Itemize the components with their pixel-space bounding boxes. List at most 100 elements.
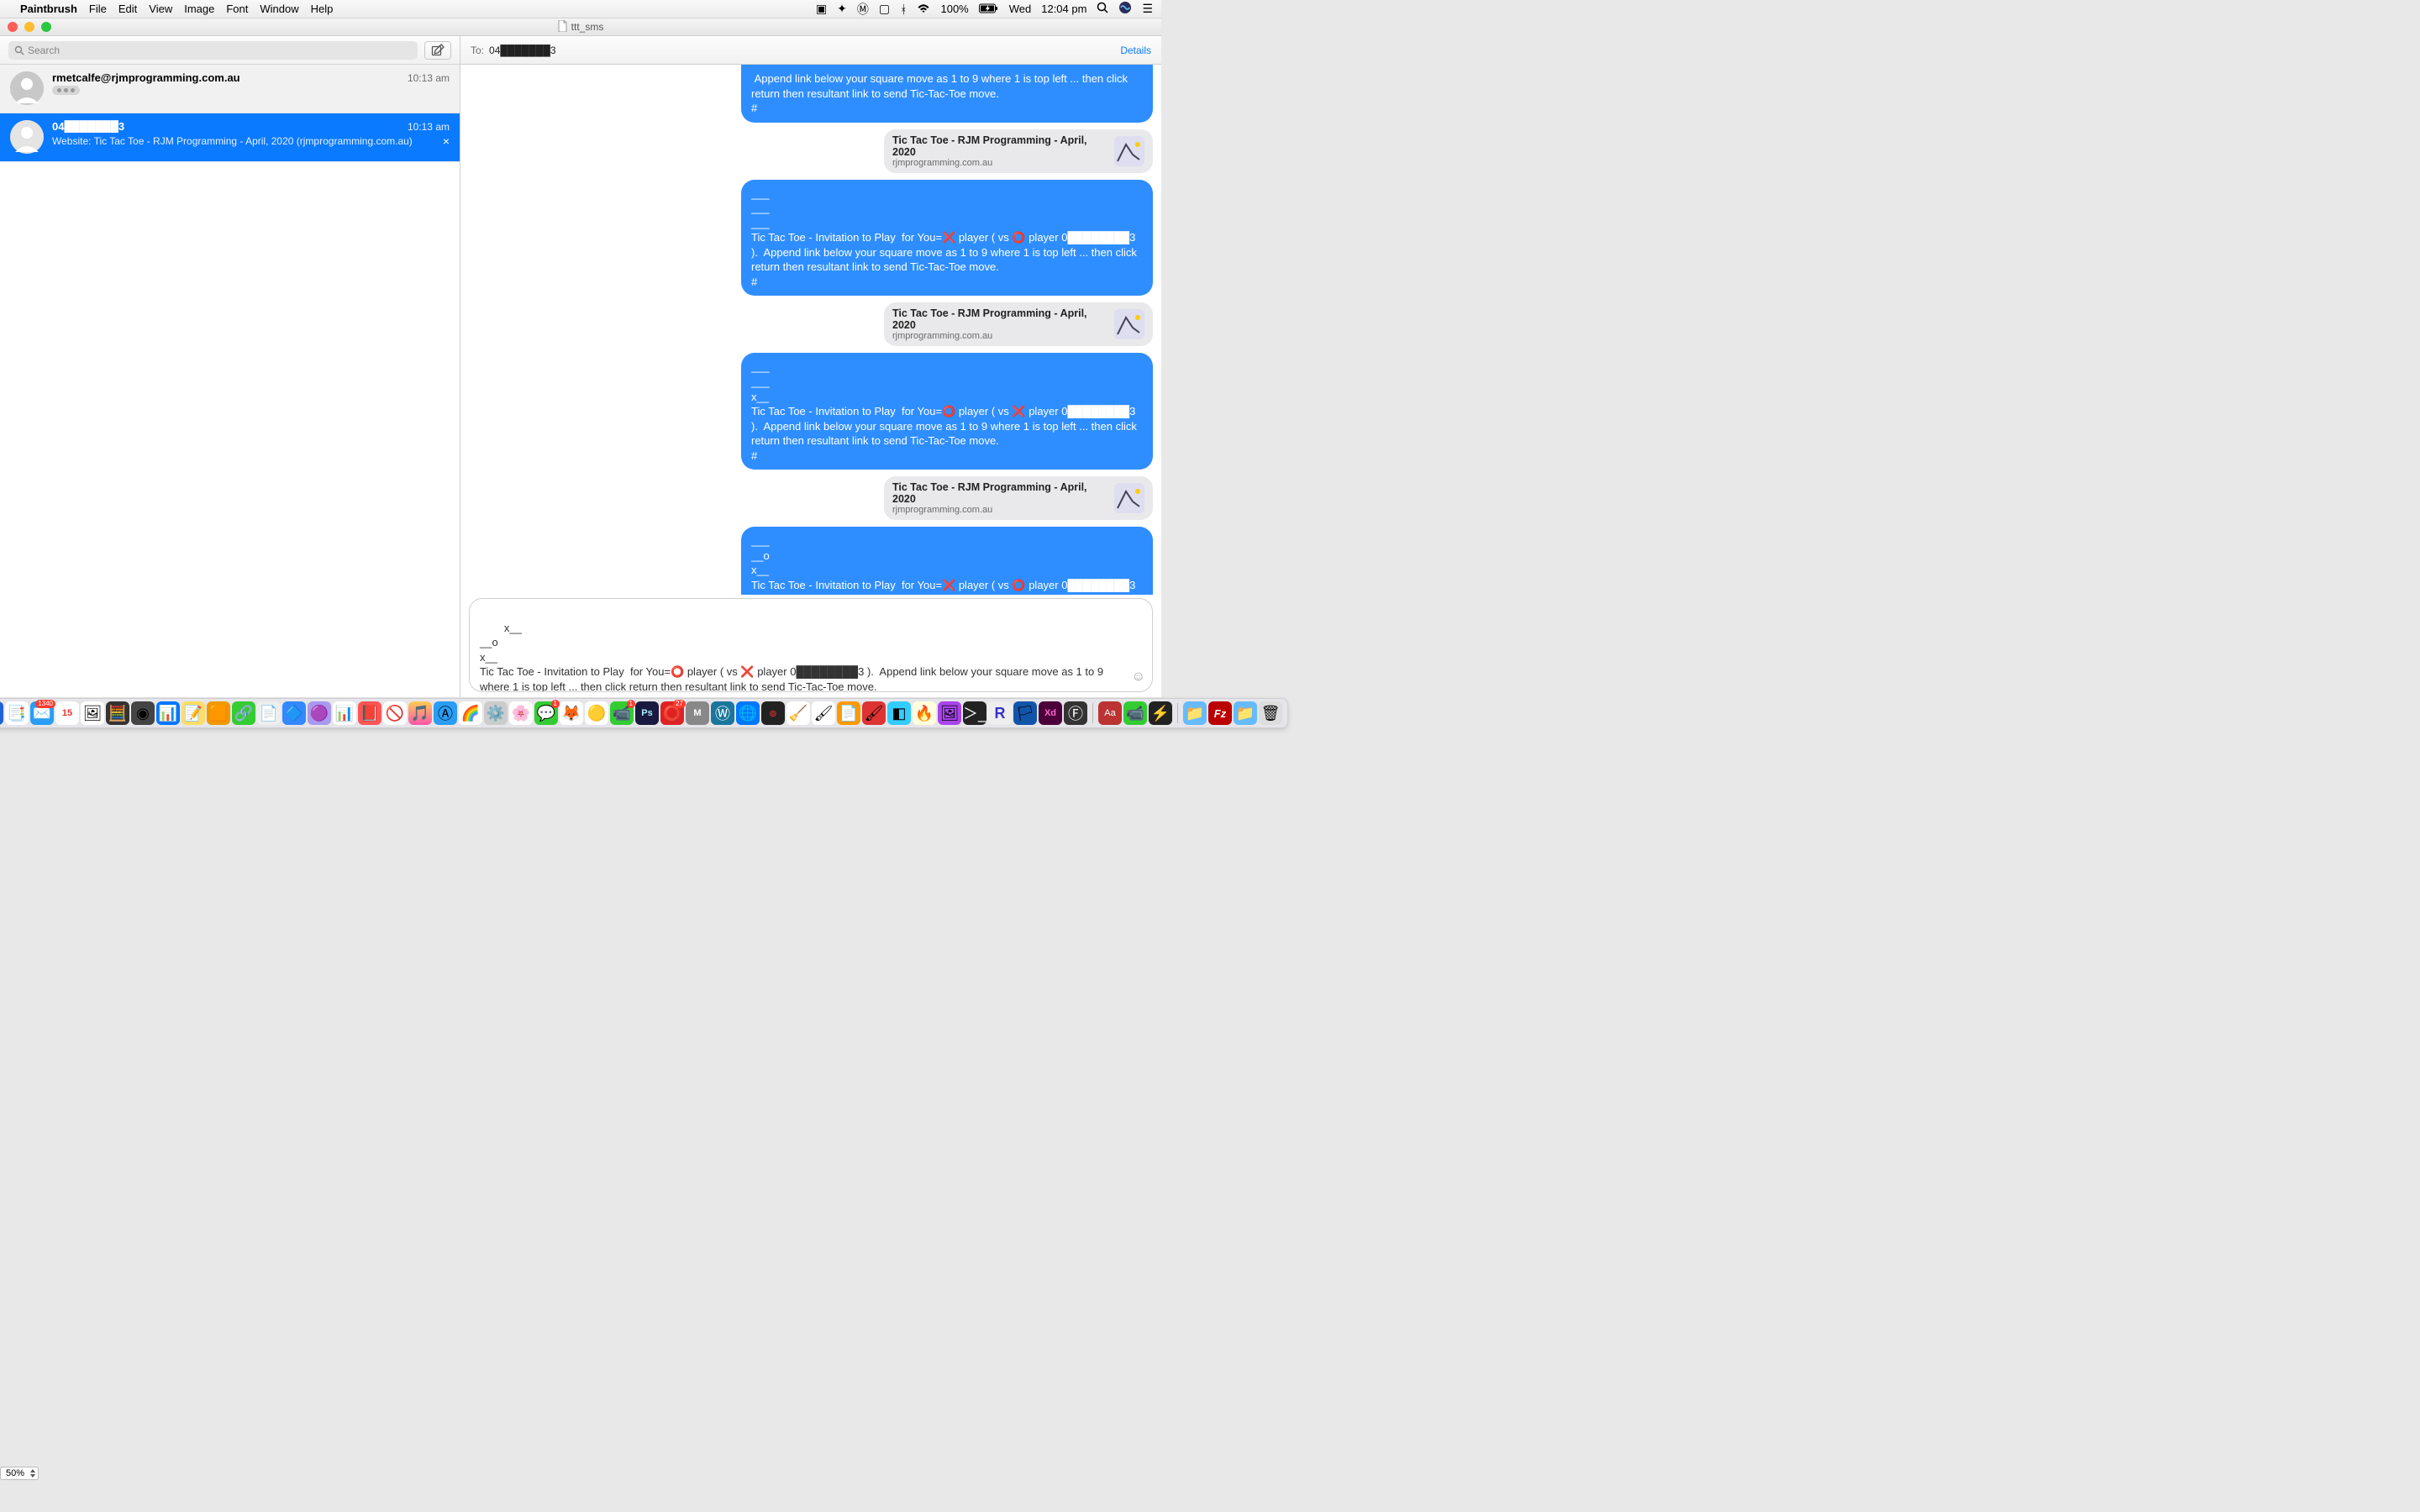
close-icon[interactable]: × — [443, 134, 450, 148]
app-name[interactable]: Paintbrush — [20, 3, 77, 15]
window-zoom-button[interactable] — [41, 22, 51, 32]
menu-edit[interactable]: Edit — [118, 3, 137, 15]
dock-xcode[interactable]: 🛠 — [0, 701, 3, 725]
hangouts-icon[interactable]: ▣ — [816, 2, 827, 16]
dock-paintbrush[interactable]: 🖌 — [812, 701, 835, 725]
compose-input[interactable]: x__ __o x__ Tic Tac Toe - Invitation to … — [469, 598, 1153, 692]
dock-xd[interactable]: Xd — [1039, 701, 1062, 725]
siri-icon[interactable] — [1118, 1, 1132, 17]
dock-graphic[interactable]: 🟧 — [207, 701, 230, 725]
dock-chrome[interactable]: 🟡 — [585, 701, 608, 725]
menu-window[interactable]: Window — [260, 3, 298, 15]
dock-firefox[interactable]: 🦊 — [560, 701, 583, 725]
menu-font[interactable]: Font — [226, 3, 248, 15]
airplay-icon[interactable]: ▢ — [879, 2, 890, 16]
message-row: Tic Tac Toe - RJM Programming - April, 2… — [469, 302, 1153, 346]
cc-icon[interactable]: Ⓜ — [857, 1, 869, 18]
spotlight-icon[interactable] — [1097, 2, 1108, 16]
dock-folder-apps[interactable]: Aa — [1098, 701, 1122, 725]
link-preview-card[interactable]: Tic Tac Toe - RJM Programming - April, 2… — [884, 476, 1153, 520]
message-outgoing[interactable]: ___ ___ ___ Tic Tac Toe - Invitation to … — [741, 180, 1153, 297]
dock-downloads[interactable]: 📁 — [1183, 701, 1207, 725]
to-value[interactable]: 04███████3 — [489, 45, 556, 56]
bluetooth-icon[interactable]: ᚼ — [900, 3, 907, 16]
dock-terminal[interactable]: ＞_ — [963, 701, 986, 725]
dock-pages[interactable]: 📄 — [837, 701, 860, 725]
dock-flame[interactable]: 🔥 — [913, 701, 936, 725]
dock-r[interactable]: R — [988, 701, 1012, 725]
dock-filezilla[interactable]: Fz — [1208, 701, 1232, 725]
compose-button[interactable] — [424, 41, 451, 60]
dock-blueapp[interactable]: 🔷 — [282, 701, 306, 725]
dock-preview[interactable]: 🖼 — [81, 701, 104, 725]
conversation-item[interactable]: rmetcalfe@rjmprogramming.com.au 10:13 am — [0, 65, 460, 113]
notification-center-icon[interactable]: ☰ — [1142, 2, 1153, 16]
message-outgoing[interactable]: Append link below your square move as 1 … — [741, 65, 1153, 123]
dock-fcircle[interactable]: Ⓕ — [1064, 701, 1087, 725]
dock-quicktime[interactable]: ◉ — [131, 701, 155, 725]
dock-calc[interactable]: 🧮 — [106, 701, 129, 725]
clock-day[interactable]: Wed — [1009, 3, 1032, 15]
window-minimize-button[interactable] — [24, 22, 34, 32]
clock-time[interactable]: 12:04 pm — [1041, 3, 1086, 15]
dock-reminders[interactable]: 📑 — [5, 701, 29, 725]
dock-music[interactable]: 🎵 — [408, 701, 432, 725]
dock-folder[interactable]: 📁 — [1234, 701, 1257, 725]
dock-calendar[interactable]: 15 — [55, 701, 79, 725]
dock-textedit[interactable]: 📄 — [257, 701, 281, 725]
wifi-icon[interactable] — [917, 3, 930, 16]
dock-photos[interactable]: 🌸 — [509, 701, 533, 725]
malware-icon[interactable]: ✦ — [837, 2, 847, 16]
dock-notes[interactable]: 📝 — [182, 701, 205, 725]
dock-facetime2[interactable]: 📹 — [1123, 701, 1147, 725]
menu-file[interactable]: File — [89, 3, 107, 15]
emoji-picker-icon[interactable]: ☺ — [1132, 668, 1145, 686]
dock: 🙂 🧭 🔍 🧭 🛠 📑 ✉️1340 15 🖼 🧮 ◉ 📊 📝 🟧 🔗 📄 🔷 … — [0, 698, 1288, 728]
dock-messages[interactable]: 💬1 — [534, 701, 558, 725]
dock-brush2[interactable]: 🖌 — [862, 701, 886, 725]
menu-view[interactable]: View — [149, 3, 172, 15]
dock-opera[interactable]: ⭕27 — [660, 701, 684, 725]
dock-wordpress[interactable]: Ⓦ — [711, 701, 734, 725]
chat-pane: To: 04███████3 Details Append link below… — [460, 36, 1161, 697]
dock-flash[interactable]: ⚡ — [1149, 701, 1172, 725]
window-close-button[interactable] — [8, 22, 18, 32]
message-outgoing[interactable]: ___ __o x__ Tic Tac Toe - Invitation to … — [741, 527, 1153, 595]
dock-share[interactable]: 🔗 — [232, 701, 255, 725]
dock-prohibit[interactable]: 🚫 — [383, 701, 407, 725]
conversation-item-selected[interactable]: 04███████3 10:13 am Website: Tic Tac Toe… — [0, 113, 460, 162]
search-input[interactable]: Search — [8, 41, 418, 60]
dock-aphoto[interactable]: 🖼 — [938, 701, 961, 725]
dock-trash[interactable]: 🗑 — [1259, 701, 1282, 725]
dock-keynote[interactable]: 📊 — [156, 701, 180, 725]
window-title-text: ttt_sms — [571, 21, 604, 33]
message-outgoing[interactable]: ___ ___ x__ Tic Tac Toe - Invitation to … — [741, 353, 1153, 470]
dock-photoshop[interactable]: Ps — [635, 701, 659, 725]
link-preview-card[interactable]: Tic Tac Toe - RJM Programming - April, 2… — [884, 129, 1153, 173]
dock-appstore[interactable]: Ⓐ — [434, 701, 457, 725]
dock-rainbow[interactable]: 🌈 — [459, 701, 482, 725]
dock-cc[interactable]: ⊚ — [761, 701, 785, 725]
link-title: Tic Tac Toe - RJM Programming - April, 2… — [892, 134, 1107, 158]
dock-chart[interactable]: 📊 — [333, 701, 356, 725]
dock-lavender[interactable]: 🟣 — [308, 701, 331, 725]
zoom-stepper[interactable]: 50% — [0, 1467, 39, 1480]
dock-cleaner[interactable]: 🧹 — [786, 701, 810, 725]
dock-mamp[interactable]: M — [686, 701, 709, 725]
details-link[interactable]: Details — [1120, 45, 1151, 56]
link-title: Tic Tac Toe - RJM Programming - April, 2… — [892, 481, 1107, 505]
dock-globe[interactable]: 🌐 — [736, 701, 760, 725]
conversation-time: 10:13 am — [408, 72, 450, 84]
link-preview-card[interactable]: Tic Tac Toe - RJM Programming - April, 2… — [884, 302, 1153, 346]
dock-pdf[interactable]: 📕 — [358, 701, 381, 725]
dock-mail[interactable]: ✉️1340 — [30, 701, 54, 725]
battery-icon[interactable] — [979, 3, 999, 16]
dock-cube[interactable]: ◧ — [887, 701, 911, 725]
menu-image[interactable]: Image — [184, 3, 214, 15]
dock-settings[interactable]: ⚙️ — [484, 701, 508, 725]
menu-help[interactable]: Help — [311, 3, 334, 15]
dock-facetime[interactable]: 📹1 — [610, 701, 634, 725]
badge: 1 — [551, 700, 560, 708]
dock-flag[interactable]: 🏳 — [1013, 701, 1037, 725]
messages-scroll[interactable]: Append link below your square move as 1 … — [460, 65, 1161, 595]
